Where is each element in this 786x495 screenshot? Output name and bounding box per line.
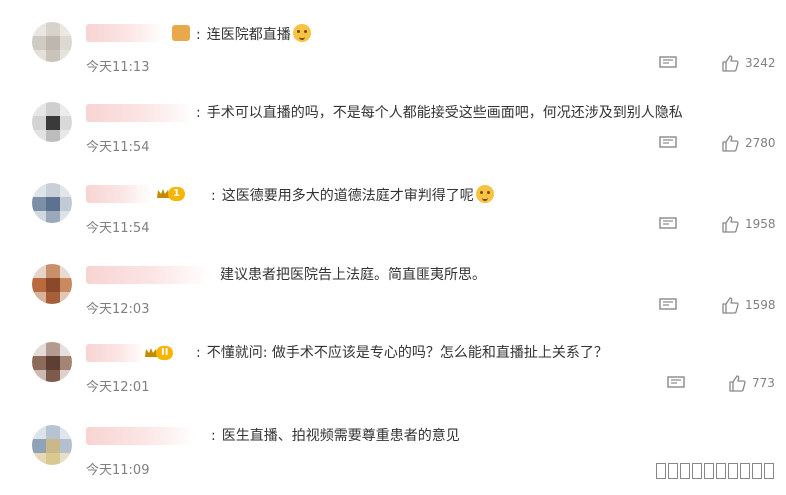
thumbs-up-icon bbox=[722, 216, 739, 233]
comment-text: : 医生直播、拍视频需要尊重患者的意见 bbox=[211, 428, 460, 444]
comment-item: II : 不懂就问: 做手术不应该是专心的吗？怎么能和直播扯上关系了？ 今天12:… bbox=[0, 330, 786, 410]
comment-icon[interactable] bbox=[659, 136, 677, 150]
comment-icon[interactable] bbox=[659, 56, 677, 70]
username[interactable] bbox=[86, 24, 164, 42]
username[interactable] bbox=[86, 266, 210, 284]
like-count: 773 bbox=[752, 376, 775, 390]
comment-text: : 连医院都直播 bbox=[196, 24, 311, 44]
thumbs-up-icon bbox=[729, 375, 746, 392]
badge: II bbox=[144, 344, 174, 362]
comment-time: 今天11:54 bbox=[86, 140, 150, 155]
comment-item: : 连医院都直播 今天11:13 3242 bbox=[0, 10, 786, 90]
like-button[interactable]: 1958 bbox=[721, 215, 776, 233]
comment-time: 今天11:09 bbox=[86, 463, 150, 478]
like-button[interactable]: 1598 bbox=[721, 296, 776, 314]
thumbs-up-icon bbox=[722, 55, 739, 72]
avatar[interactable] bbox=[32, 102, 72, 142]
level-badge: II bbox=[156, 346, 174, 360]
comment-time: 今天11:13 bbox=[86, 60, 150, 75]
comment-item: 1 : 这医德要用多大的道德法庭才审判得了呢 今天11:54 1958 bbox=[0, 171, 786, 251]
fan-badge-icon bbox=[172, 25, 190, 41]
comment-item: : 手术可以直播的吗，不是每个人都能接受这些画面吧，何况还涉及到别人隐私 今天11… bbox=[0, 90, 786, 170]
comment-icon[interactable] bbox=[667, 376, 685, 390]
username[interactable] bbox=[86, 104, 194, 122]
avatar[interactable] bbox=[32, 183, 72, 223]
like-button[interactable]: 773 bbox=[728, 374, 775, 392]
watermark-bars bbox=[656, 463, 774, 479]
comment-icon[interactable] bbox=[659, 298, 677, 312]
comment-item: : 医生直播、拍视频需要尊重患者的意见 今天11:09 bbox=[0, 413, 786, 493]
comment-text: : 手术可以直播的吗，不是每个人都能接受这些画面吧，何况还涉及到别人隐私 bbox=[196, 105, 683, 121]
like-button[interactable]: 2780 bbox=[721, 134, 776, 152]
emoji-icon bbox=[292, 24, 311, 42]
avatar[interactable] bbox=[32, 22, 72, 62]
badge bbox=[172, 24, 190, 42]
comment-time: 今天12:01 bbox=[86, 380, 150, 395]
like-count: 1958 bbox=[745, 217, 776, 231]
level-badge: 1 bbox=[168, 187, 185, 201]
thumbs-up-icon bbox=[722, 135, 739, 152]
avatar[interactable] bbox=[32, 342, 72, 382]
thumbs-up-icon bbox=[722, 297, 739, 314]
username[interactable] bbox=[86, 427, 194, 445]
avatar[interactable] bbox=[32, 264, 72, 304]
comment-item: 建议患者把医院告上法庭。简直匪夷所思。 今天12:03 1598 bbox=[0, 252, 786, 332]
comment-text: : 不懂就问: 做手术不应该是专心的吗？怎么能和直播扯上关系了？ bbox=[196, 345, 608, 361]
avatar[interactable] bbox=[32, 425, 72, 465]
emoji-icon bbox=[475, 185, 494, 203]
comment-icon[interactable] bbox=[659, 217, 677, 231]
username[interactable] bbox=[86, 344, 146, 362]
like-count: 3242 bbox=[745, 56, 776, 70]
like-count: 2780 bbox=[745, 136, 776, 150]
badge: 1 bbox=[156, 185, 185, 203]
comment-text: 建议患者把医院告上法庭。简直匪夷所思。 bbox=[220, 267, 486, 283]
comment-time: 今天12:03 bbox=[86, 302, 150, 317]
comment-time: 今天11:54 bbox=[86, 221, 150, 236]
like-count: 1598 bbox=[745, 298, 776, 312]
username[interactable] bbox=[86, 185, 152, 203]
like-button[interactable]: 3242 bbox=[721, 54, 776, 72]
comment-text: : 这医德要用多大的道德法庭才审判得了呢 bbox=[211, 185, 494, 205]
